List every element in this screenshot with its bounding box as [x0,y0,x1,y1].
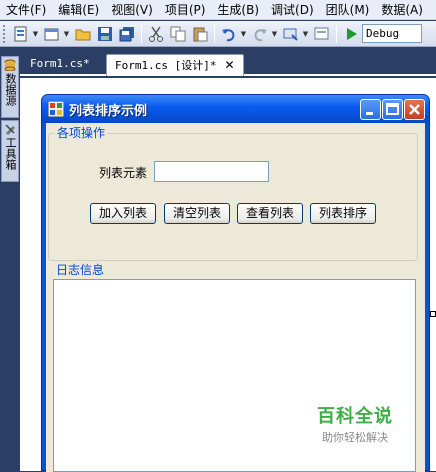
minimize-button[interactable] [360,99,381,120]
menu-project[interactable]: 项目(P) [159,0,212,20]
standard-toolbar: ▼ ▼ ▼ ▼ ▼ Debug [0,21,436,47]
paste-icon[interactable] [191,25,209,43]
sort-list-button[interactable]: 列表排序 [310,203,376,224]
toolbox-icon [5,124,15,135]
watermark-sub: 助你轻松解决 [322,431,388,444]
undo-icon[interactable] [220,25,238,43]
new-project-icon[interactable] [12,25,30,43]
left-dock: 数据源 工具箱 [0,48,20,471]
save-all-icon[interactable] [118,25,136,43]
undo-dropdown-icon[interactable]: ▼ [240,30,247,38]
menu-view[interactable]: 视图(V) [105,0,159,20]
maximize-button[interactable] [382,99,403,120]
toolbar-separator [141,24,142,43]
dock-tab-toolbox[interactable]: 工具箱 [1,120,19,182]
toolbar-separator [214,24,215,43]
menu-file[interactable]: 文件(F) [0,0,52,20]
save-icon[interactable] [96,25,114,43]
clear-list-button[interactable]: 清空列表 [164,203,230,224]
operations-groupbox: 各项操作 列表元素 加入列表 清空列表 查看列表 列表排序 [48,126,418,261]
menu-bar: 文件(F) 编辑(E) 视图(V) 项目(P) 生成(B) 调试(D) 团队(M… [0,0,436,20]
maximize-icon [386,103,399,115]
doc-tab-designer[interactable]: Form1.cs [设计]* ✕ [106,54,244,76]
form-title: 列表排序示例 [69,104,148,119]
open-icon[interactable] [74,25,92,43]
toolbar-grip[interactable] [3,24,7,43]
data-sources-icon [4,59,16,71]
log-group-title: 日志信息 [54,263,107,277]
new-project-dropdown-icon[interactable]: ▼ [32,30,39,38]
menu-build[interactable]: 生成(B) [211,0,265,20]
close-icon [409,104,420,115]
doc-tab-label: Form1.cs* [30,57,90,70]
toolbar-separator [336,24,337,43]
copy-icon[interactable] [169,25,187,43]
dock-tab-data-sources[interactable]: 数据源 [1,56,19,118]
dock-tab-label: 工具箱 [4,137,17,170]
form-titlebar[interactable]: 列表排序示例 [42,95,429,123]
dock-tab-label: 数据源 [4,73,17,106]
redo-icon[interactable] [251,25,269,43]
operations-group-title: 各项操作 [55,126,108,140]
add-to-list-button[interactable]: 加入列表 [90,203,156,224]
navigate-dropdown-icon[interactable]: ▼ [302,30,309,38]
close-icon[interactable]: ✕ [224,55,234,75]
close-button[interactable] [404,99,425,120]
menu-data[interactable]: 数据(A) [375,0,429,20]
redo-dropdown-icon[interactable]: ▼ [271,30,278,38]
cut-icon[interactable] [147,25,165,43]
view-list-button[interactable]: 查看列表 [237,203,303,224]
doc-tab-code[interactable]: Form1.cs* [22,54,98,76]
minimize-icon [366,112,373,115]
add-item-dropdown-icon[interactable]: ▼ [63,30,70,38]
element-label: 列表元素 [99,166,148,180]
watermark: 百科全说 助你轻松解决 [300,402,410,445]
document-tab-strip: Form1.cs* Form1.cs [设计]* ✕ [20,48,436,76]
navigate-icon[interactable] [282,25,300,43]
element-input[interactable] [154,161,269,182]
menu-edit[interactable]: 编辑(E) [52,0,105,20]
resize-handle[interactable] [430,311,436,317]
menu-team[interactable]: 团队(M) [320,0,376,20]
watermark-main: 百科全说 [317,406,393,427]
form-app-icon [47,100,65,118]
start-icon[interactable] [342,25,360,43]
find-icon[interactable] [313,25,331,43]
add-item-icon[interactable] [43,25,61,43]
doc-tab-label: Form1.cs [设计]* [115,59,217,72]
menu-debug[interactable]: 调试(D) [265,0,320,20]
solution-config-select[interactable]: Debug [362,24,422,43]
